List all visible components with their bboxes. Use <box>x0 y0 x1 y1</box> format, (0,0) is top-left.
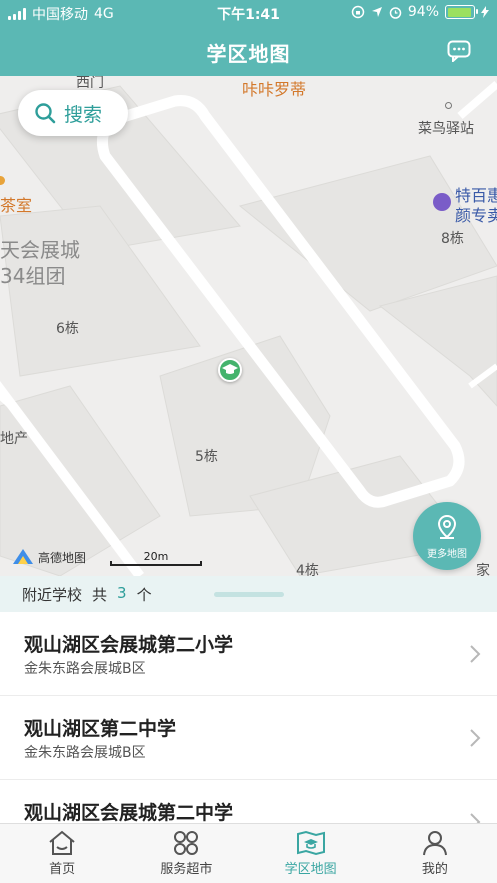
location-pin-icon <box>437 514 457 539</box>
nearby-unit: 个 <box>136 586 152 604</box>
search-icon <box>35 103 56 124</box>
tab-label: 首页 <box>49 862 76 877</box>
chevron-right-icon <box>470 729 481 747</box>
graduation-cap-icon <box>222 364 238 374</box>
map-label: 茶室 <box>0 196 33 215</box>
tab-school-map[interactable]: 学区地图 <box>249 824 373 883</box>
map-label: 8栋 <box>441 231 464 247</box>
poi-dot-icon <box>445 102 452 109</box>
bottom-tab-bar: 首页 服务超市 学区地图 我的 <box>0 823 497 883</box>
amap-logo-text: 高德地图 <box>38 550 87 565</box>
orientation-lock-icon <box>351 5 365 19</box>
status-bar: 中国移动 4G 下午1:41 94% <box>0 0 497 26</box>
grid-icon <box>174 831 199 855</box>
charging-icon <box>481 6 489 18</box>
map-label: 4栋 <box>296 563 319 576</box>
home-icon <box>49 830 75 855</box>
more-map-button[interactable]: 更多地图 <box>413 502 481 570</box>
school-name: 观山湖区第二中学 <box>24 718 177 740</box>
tab-label: 服务超市 <box>160 862 213 877</box>
school-map-icon <box>296 830 325 856</box>
map-label: 颜专卖 <box>455 206 497 225</box>
map-label: 天会展城 <box>0 238 80 262</box>
map-label: 菜鸟驿站 <box>418 121 474 137</box>
message-icon[interactable] <box>447 40 471 62</box>
school-name: 观山湖区会展城第二小学 <box>24 634 234 656</box>
school-name: 观山湖区会展城第二中学 <box>24 802 234 824</box>
map-search-button[interactable]: 搜索 <box>18 90 128 136</box>
school-list-item[interactable]: 观山湖区会展城第二小学 金朱东路会展城B区 <box>0 612 497 696</box>
nearby-label: 附近学校 <box>22 586 83 604</box>
map-label: 34组团 <box>0 264 66 288</box>
school-address: 金朱东路会展城B区 <box>24 661 146 677</box>
map-label: 5栋 <box>195 449 218 465</box>
search-label: 搜索 <box>64 103 103 126</box>
user-icon <box>422 831 447 856</box>
school-address: 金朱东路会展城B区 <box>24 745 146 761</box>
tab-service-market[interactable]: 服务超市 <box>124 824 248 883</box>
map-label: 6栋 <box>56 321 79 337</box>
chevron-right-icon <box>470 645 481 663</box>
nearby-count: 3 <box>117 584 127 602</box>
tab-home[interactable]: 首页 <box>0 824 124 883</box>
map-scale: 20m <box>110 550 202 566</box>
top-bar: 中国移动 4G 下午1:41 94% 学区地图 <box>0 0 497 76</box>
alarm-icon <box>389 6 402 19</box>
school-list-item[interactable]: 观山湖区第二中学 金朱东路会展城B区 <box>0 696 497 780</box>
nearby-gong: 共 <box>92 586 108 604</box>
amap-logo-icon <box>13 549 33 564</box>
map-label: 咔咔罗蒂 <box>242 80 307 99</box>
tab-label: 学区地图 <box>284 862 337 877</box>
map-label: 地产 <box>0 431 28 447</box>
tab-profile[interactable]: 我的 <box>373 824 497 883</box>
location-arrow-icon <box>371 7 382 17</box>
battery-percent: 94% <box>407 4 439 20</box>
battery-icon <box>445 5 478 19</box>
nearby-schools-header: 附近学校 共 3 个 <box>0 576 497 612</box>
map-view[interactable]: 西门 咔咔罗蒂 菜鸟驿站 茶室 特百惠 颜专卖 8栋 天会展城 34组团 6栋 … <box>0 76 497 576</box>
map-label: 家 <box>476 563 490 576</box>
more-map-label: 更多地图 <box>427 549 467 560</box>
drag-handle[interactable] <box>214 592 284 597</box>
school-marker[interactable] <box>218 358 242 382</box>
amap-logo: 高德地图 <box>12 548 86 566</box>
shop-poi-icon <box>433 193 451 211</box>
tab-label: 我的 <box>421 862 448 877</box>
page-title: 学区地图 <box>206 42 291 66</box>
